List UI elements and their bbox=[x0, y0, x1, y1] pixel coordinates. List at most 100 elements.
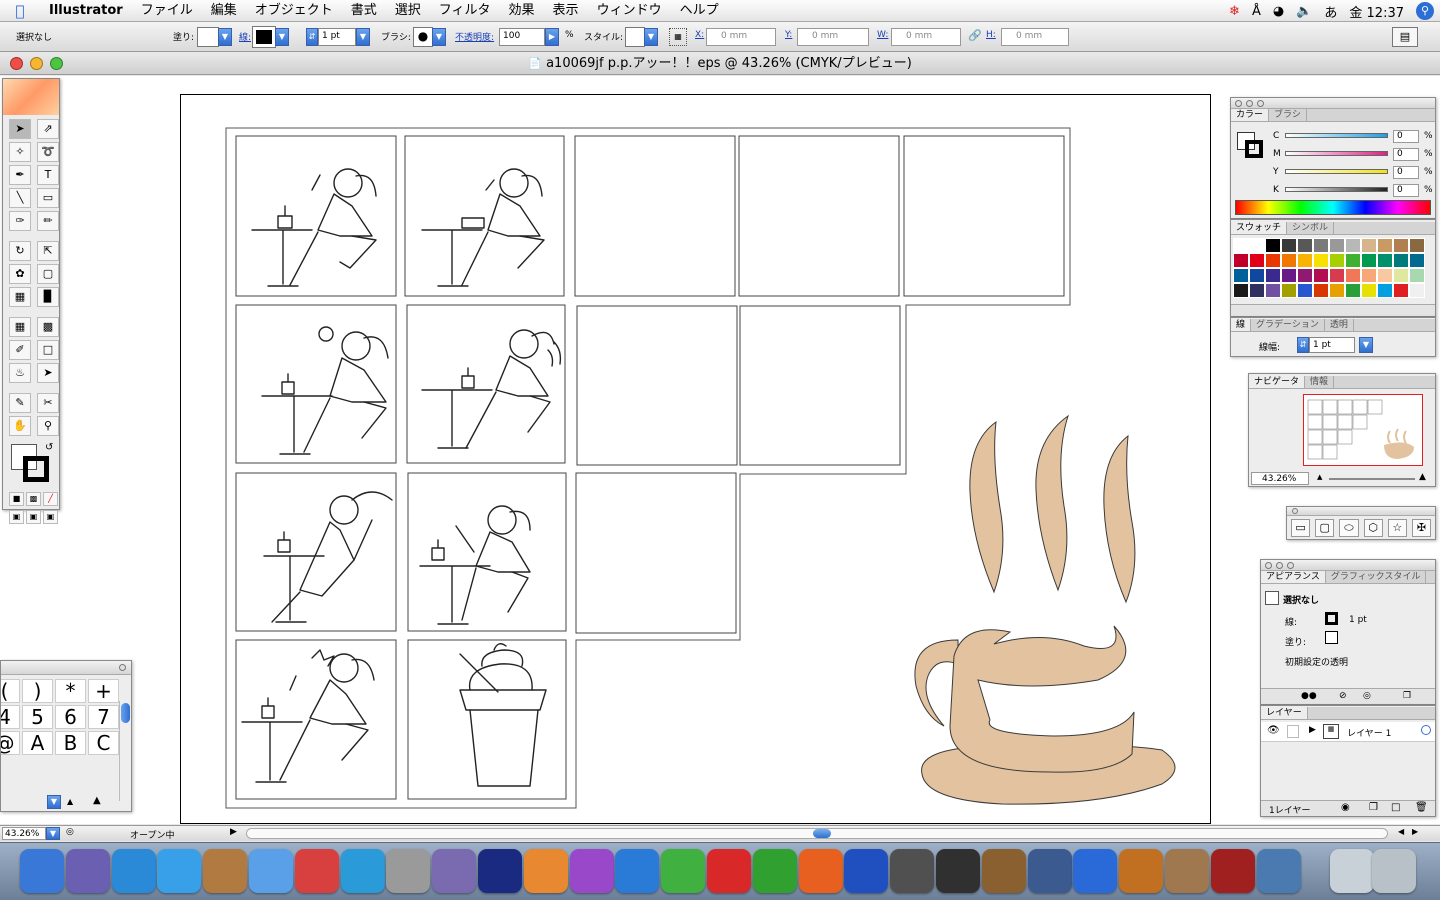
swatch-43[interactable] bbox=[1345, 283, 1361, 298]
pen-tool-icon[interactable]: ✒ bbox=[9, 165, 31, 185]
appearance-stroke-label[interactable]: 線: bbox=[1285, 615, 1297, 628]
reduce-appearance-icon[interactable]: ◎ bbox=[1363, 691, 1371, 701]
swatch-34[interactable] bbox=[1393, 268, 1409, 283]
key-asterisk[interactable]: * bbox=[55, 679, 86, 703]
ellipse-shape-icon[interactable]: ⬭ bbox=[1339, 519, 1359, 537]
swatch-4[interactable] bbox=[1297, 238, 1313, 253]
ical-icon[interactable] bbox=[294, 849, 339, 893]
preview-icon[interactable] bbox=[1165, 849, 1209, 893]
swatch-44[interactable] bbox=[1361, 283, 1377, 298]
graph-tool-icon[interactable]: ▉ bbox=[37, 287, 59, 307]
swatch-46[interactable] bbox=[1393, 283, 1409, 298]
appearance-stroke-swatch[interactable] bbox=[1325, 612, 1338, 625]
horizontal-scroll-thumb[interactable] bbox=[813, 829, 831, 838]
selection-tool-icon[interactable]: ➤ bbox=[9, 119, 31, 139]
warp-tool-icon[interactable]: ✿ bbox=[9, 264, 31, 284]
swatch-47[interactable] bbox=[1409, 283, 1425, 298]
slider-k-bar[interactable] bbox=[1285, 187, 1388, 192]
navigator-zoom-field[interactable]: 43.26% bbox=[1251, 472, 1309, 485]
swatch-21[interactable] bbox=[1377, 253, 1393, 268]
iphoto-icon[interactable] bbox=[981, 849, 1026, 893]
delete-layer-icon[interactable]: 🗑 bbox=[1415, 802, 1428, 813]
tab-graphic-styles[interactable]: グラフィックスタイル bbox=[1326, 571, 1427, 583]
slider-y-bar[interactable] bbox=[1285, 169, 1388, 174]
trash-icon[interactable] bbox=[1372, 849, 1416, 893]
swatch-11[interactable] bbox=[1409, 238, 1425, 253]
key-at[interactable]: @ bbox=[1, 731, 20, 755]
tab-brush[interactable]: ブラシ bbox=[1269, 109, 1307, 121]
star-icon[interactable] bbox=[478, 849, 522, 893]
key-7[interactable]: 7 bbox=[88, 705, 119, 729]
garageband-icon[interactable] bbox=[1119, 849, 1164, 893]
appearance-stroke-value[interactable]: 1 pt bbox=[1349, 615, 1367, 625]
swatch-35[interactable] bbox=[1409, 268, 1425, 283]
horizontal-scrollbar[interactable] bbox=[246, 828, 1388, 839]
fill-stroke-swatches[interactable]: ↺ bbox=[9, 442, 59, 488]
zoom-in-icon[interactable]: ▲ bbox=[1419, 472, 1426, 482]
photoshop-icon[interactable] bbox=[569, 849, 614, 893]
swatch-19[interactable] bbox=[1345, 253, 1361, 268]
lock-toggle[interactable] bbox=[1287, 725, 1299, 738]
flare-shape-icon[interactable]: ✠ bbox=[1411, 519, 1432, 537]
tab-layers[interactable]: レイヤー bbox=[1261, 707, 1308, 719]
size-small-icon[interactable]: ▲ bbox=[67, 797, 73, 806]
key-plus[interactable]: + bbox=[88, 679, 119, 703]
zoom-out-icon[interactable]: ▲ bbox=[1317, 473, 1322, 481]
paintbrush-tool-icon[interactable]: ✑ bbox=[9, 211, 31, 231]
character-set-dropdown-icon[interactable]: ▼ bbox=[47, 795, 61, 809]
illustrator-icon[interactable] bbox=[523, 849, 568, 893]
swatch-13[interactable] bbox=[1249, 253, 1265, 268]
swatch-40[interactable] bbox=[1297, 283, 1313, 298]
expand-triangle-icon[interactable]: ▶ bbox=[1309, 725, 1316, 735]
swatch-38[interactable] bbox=[1265, 283, 1281, 298]
screen-mode-full-icon[interactable]: ▣ bbox=[43, 510, 58, 524]
word-icon[interactable] bbox=[844, 849, 889, 893]
swatch-7[interactable] bbox=[1345, 238, 1361, 253]
clear-appearance-icon[interactable]: ⊘ bbox=[1339, 691, 1347, 701]
safari-icon[interactable] bbox=[111, 849, 156, 893]
tab-appearance[interactable]: アピアランス bbox=[1261, 571, 1326, 583]
slider-c-bar[interactable] bbox=[1285, 133, 1388, 138]
stroke-swatch-large[interactable] bbox=[23, 456, 49, 482]
stroke-weight-value[interactable]: 1 pt bbox=[1309, 337, 1355, 353]
zoom-dropdown-icon[interactable]: ▼ bbox=[46, 827, 60, 840]
screen-mode-menu-icon[interactable]: ▣ bbox=[26, 510, 41, 524]
tab-color[interactable]: カラー bbox=[1231, 109, 1270, 121]
symbol-sprayer-tool-icon[interactable]: ▦ bbox=[9, 287, 31, 307]
status-icon[interactable]: ◎ bbox=[66, 827, 74, 837]
palette-close-icon[interactable] bbox=[1265, 562, 1272, 569]
swatch-10[interactable] bbox=[1393, 238, 1409, 253]
new-art-icon[interactable]: ●● bbox=[1301, 691, 1317, 701]
navigator-zoom-slider[interactable] bbox=[1329, 478, 1415, 480]
swatch-22[interactable] bbox=[1393, 253, 1409, 268]
swatch-33[interactable] bbox=[1377, 268, 1393, 283]
swatch-0[interactable] bbox=[1233, 238, 1249, 253]
rotate-tool-icon[interactable]: ↻ bbox=[9, 241, 31, 261]
scroll-right-icon[interactable]: ▶ bbox=[1412, 827, 1418, 836]
none-mode-icon[interactable]: ╱ bbox=[43, 492, 58, 506]
artwork[interactable] bbox=[0, 0, 1440, 900]
swatch-16[interactable] bbox=[1297, 253, 1313, 268]
fireworks-icon[interactable] bbox=[615, 849, 660, 893]
dreamweaver-icon[interactable] bbox=[661, 849, 706, 893]
layer-name[interactable]: レイヤー 1 bbox=[1347, 726, 1391, 739]
slice-tool-icon[interactable]: ✎ bbox=[9, 393, 31, 413]
swatch-26[interactable] bbox=[1265, 268, 1281, 283]
mail-app-icon[interactable] bbox=[1330, 849, 1374, 893]
mail-alt-icon[interactable] bbox=[432, 849, 477, 893]
key-b[interactable]: B bbox=[55, 731, 86, 755]
eyedropper-tool-icon[interactable]: ✐ bbox=[9, 340, 31, 360]
ichat-icon[interactable] bbox=[157, 849, 202, 893]
character-scrollbar[interactable] bbox=[119, 701, 131, 801]
appearance-opacity-label[interactable]: 初期設定の透明 bbox=[1285, 655, 1348, 668]
itunes-icon[interactable] bbox=[249, 849, 293, 893]
freehand-icon[interactable] bbox=[798, 849, 843, 893]
star-shape-icon[interactable]: ☆ bbox=[1387, 519, 1407, 537]
swatch-23[interactable] bbox=[1409, 253, 1425, 268]
swatch-grid[interactable] bbox=[1233, 238, 1425, 298]
swatch-5[interactable] bbox=[1313, 238, 1329, 253]
swatch-37[interactable] bbox=[1249, 283, 1265, 298]
iphoto-alt-icon[interactable] bbox=[1256, 849, 1301, 893]
key-paren-open[interactable]: ( bbox=[1, 679, 20, 703]
slider-c-value[interactable]: 0 bbox=[1393, 130, 1419, 143]
